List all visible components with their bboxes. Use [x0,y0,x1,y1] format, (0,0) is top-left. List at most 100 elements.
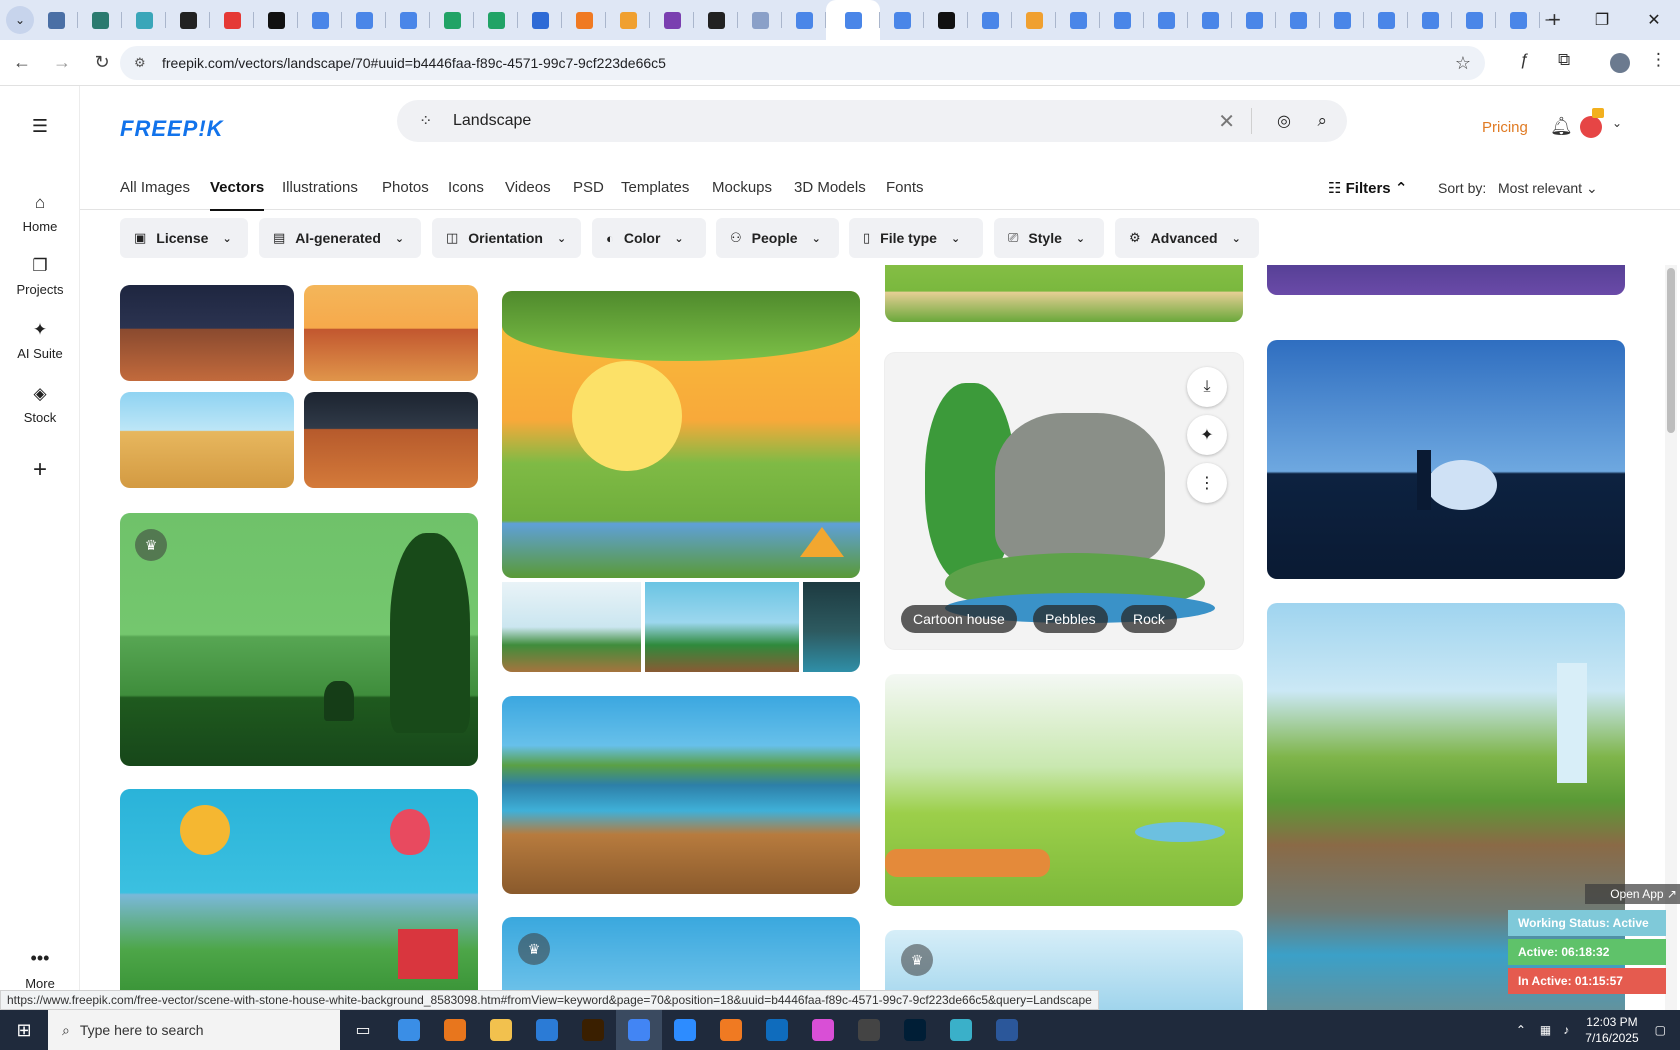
ai-edit-button[interactable]: ✦ [1187,415,1227,455]
tab-mockups[interactable]: Mockups [712,179,772,196]
tab-illustrations[interactable]: Illustrations [282,179,358,196]
taskbar-app-icon[interactable] [478,1010,524,1050]
minimize-icon[interactable]: – [1524,0,1576,40]
tag-cartoon-house[interactable]: Cartoon house [901,605,1017,633]
browser-tab[interactable] [782,0,826,40]
taskbar-app-icon[interactable] [754,1010,800,1050]
tab-templates[interactable]: Templates [621,179,689,196]
tab-fonts[interactable]: Fonts [886,179,924,196]
windows-start-icon[interactable]: ⊞ [0,1010,48,1050]
browser-tab[interactable] [430,0,474,40]
taskbar-app-icon[interactable] [524,1010,570,1050]
tab-photos[interactable]: Photos [382,179,429,196]
result-image-deer-silhouette[interactable]: ♛ [120,513,478,766]
result-image-desert-sunset[interactable] [304,285,478,381]
result-image-stone-house[interactable]: ⤓ ✦ ⋮ Cartoon house Pebbles Rock [885,353,1243,649]
chevron-down-icon[interactable]: ⌄ [1612,116,1622,130]
clear-search-icon[interactable]: ✕ [1218,109,1235,134]
tag-rock[interactable]: Rock [1121,605,1177,633]
camera-search-icon[interactable]: ◎ [1277,111,1291,131]
browser-tab[interactable] [122,0,166,40]
add-icon[interactable]: + [0,456,80,484]
browser-tab[interactable] [210,0,254,40]
result-image-lake-silhouette[interactable] [1267,340,1625,579]
taskbar-app-icon[interactable] [938,1010,984,1050]
result-image-purple-sky[interactable] [1267,265,1625,295]
taskbar-app-icon[interactable] [432,1010,478,1050]
taskbar-app-icon[interactable] [616,1010,662,1050]
browser-tab[interactable] [650,0,694,40]
browser-tab[interactable] [34,0,78,40]
tag-pebbles[interactable]: Pebbles [1033,605,1108,633]
people-filter[interactable]: ⚇ People ⌄ [716,218,839,258]
browser-tab[interactable] [1320,0,1364,40]
browser-tab[interactable] [342,0,386,40]
result-image-desert-night[interactable] [120,285,294,381]
file-type-filter[interactable]: ▯ File type ⌄ [849,218,983,258]
search-input[interactable]: Landscape [453,112,531,130]
browser-tab[interactable] [1056,0,1100,40]
forward-icon[interactable]: → [44,45,80,81]
search-bar[interactable]: ⁘ Landscape ✕ ◎ ⌕ [397,100,1347,142]
taskbar-app-icon[interactable] [892,1010,938,1050]
browser-tab[interactable] [1452,0,1496,40]
sidebar-more-label[interactable]: More [0,976,80,991]
bookmark-star-icon[interactable]: ☆ [1455,53,1471,74]
tab-vectors[interactable]: Vectors [210,179,265,211]
browser-tab[interactable] [924,0,968,40]
browser-tab[interactable] [474,0,518,40]
browser-tab[interactable] [1232,0,1276,40]
taskbar-app-icon[interactable] [846,1010,892,1050]
browser-tab[interactable] [694,0,738,40]
result-image-park-pond[interactable] [885,674,1243,906]
result-image-forest-small-3[interactable] [803,582,860,672]
site-info-icon[interactable]: ⚙ [134,55,152,71]
browser-tab[interactable] [1408,0,1452,40]
browser-tab[interactable] [968,0,1012,40]
orientation-filter[interactable]: ◫ Orientation ⌄ [432,218,581,258]
result-image-mountain-lake-tent[interactable] [502,291,860,578]
back-icon[interactable]: ← [4,45,40,81]
taskbar-app-icon[interactable] [570,1010,616,1050]
tab-all-images[interactable]: All Images [120,179,190,196]
extensions-puzzle-icon[interactable]: ⧉ [1558,50,1570,70]
volume-icon[interactable]: ♪ [1563,1023,1569,1037]
taskbar-clock[interactable]: 12:03 PM 7/16/2025 [1585,1014,1638,1046]
sort-dropdown[interactable]: Most relevant ⌄ [1498,180,1598,197]
taskbar-app-icon[interactable] [662,1010,708,1050]
filters-toggle[interactable]: ☷ Filters ⌃ [1328,179,1407,197]
browser-tab[interactable] [1276,0,1320,40]
pricing-link[interactable]: Pricing [1482,119,1528,136]
search-icon[interactable]: ⌕ [1317,111,1327,131]
tray-chevron-icon[interactable]: ⌃ [1516,1023,1526,1037]
maximize-icon[interactable]: ❐ [1576,0,1628,40]
browser-tab[interactable] [1100,0,1144,40]
browser-tab[interactable] [1364,0,1408,40]
taskbar-app-icon[interactable] [984,1010,1030,1050]
taskbar-app-icon[interactable] [800,1010,846,1050]
browser-tab[interactable] [518,0,562,40]
page-scrollbar-thumb[interactable] [1667,268,1675,433]
browser-tab[interactable] [298,0,342,40]
browser-tab[interactable] [1012,0,1056,40]
advanced-filter[interactable]: ⚙ Advanced ⌄ [1115,218,1259,258]
user-avatar[interactable] [1580,116,1602,138]
address-bar[interactable]: ⚙ freepik.com/vectors/landscape/70#uuid=… [120,46,1485,80]
notification-bell-icon[interactable]: 🔔︎ [1550,116,1573,137]
result-image-desert-moon[interactable] [304,392,478,488]
freepik-logo[interactable]: FREEP!K [120,116,224,142]
result-image-meadow-path[interactable] [885,265,1243,322]
more-options-button[interactable]: ⋮ [1187,463,1227,503]
more-dots-icon[interactable]: ••• [0,948,80,969]
notifications-icon[interactable]: ▢ [1655,1023,1666,1037]
browser-tab[interactable] [386,0,430,40]
browser-tab[interactable] [880,0,924,40]
network-icon[interactable]: ▦ [1540,1023,1551,1037]
license-filter[interactable]: ▣ License ⌄ [120,218,248,258]
result-image-hot-air-balloon[interactable] [120,789,478,1010]
browser-tab[interactable] [254,0,298,40]
browser-tab[interactable] [78,0,122,40]
tab-icons[interactable]: Icons [448,179,484,196]
result-image-desert-day[interactable] [120,392,294,488]
result-image-forest-small-2[interactable] [645,582,799,672]
